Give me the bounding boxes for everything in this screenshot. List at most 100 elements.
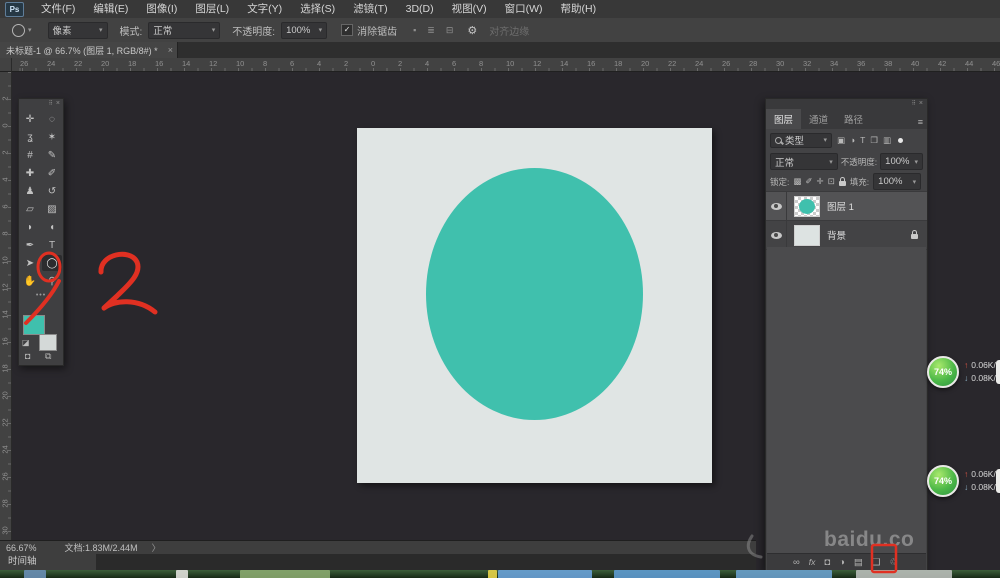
hand-tool[interactable]: ✋ <box>20 273 40 289</box>
ellipse-tool[interactable]: ◯ <box>42 255 62 271</box>
taskbar-item-6[interactable] <box>614 570 720 578</box>
panel-delete-layer-icon[interactable]: ♲ <box>889 557 898 568</box>
taskbar-item-5[interactable] <box>498 570 592 578</box>
zoom-level-field[interactable]: 66.67% <box>6 543 37 553</box>
taskbar-item-2[interactable] <box>176 570 188 578</box>
menu-item-help[interactable]: 帮助(H) <box>552 0 606 18</box>
magic-wand-tool[interactable]: ✶ <box>42 129 62 145</box>
gear-icon[interactable]: ⚙ <box>467 24 477 37</box>
tab-paths[interactable]: 路径 <box>836 109 871 129</box>
layer-row-1[interactable]: 图层 1 <box>766 192 927 221</box>
status-expand-icon[interactable]: 〉 <box>152 541 161 554</box>
layer-opacity-dropdown[interactable]: 100% <box>880 153 923 170</box>
path-selection-tool[interactable]: ➤ <box>20 255 40 271</box>
panel-new-layer-icon[interactable]: ❏ <box>872 557 881 568</box>
net-monitor-badge-2[interactable]: 74%↑0.06K/s↓0.08K/s <box>927 465 1000 497</box>
visibility-toggle[interactable] <box>766 221 787 249</box>
panel-layer-mask-icon[interactable]: ◘ <box>824 557 830 568</box>
panel-close-icon[interactable]: × <box>56 100 61 107</box>
healing-brush-tool[interactable]: ✚ <box>20 165 40 181</box>
screen-mode-icon[interactable]: ⧉ <box>45 351 51 362</box>
tab-layers[interactable]: 图层 <box>766 109 801 129</box>
menu-item-select[interactable]: 选择(S) <box>291 0 344 18</box>
memory-percent-ball[interactable]: 74% <box>927 465 959 497</box>
path-operations-icon[interactable]: ≣ <box>427 25 435 36</box>
eraser-tool[interactable]: ▱ <box>20 201 40 217</box>
menu-item-3d[interactable]: 3D(D) <box>397 0 443 18</box>
crop-tool[interactable]: # <box>20 147 40 163</box>
taskbar-item-1[interactable] <box>24 570 46 578</box>
panel-close-icon[interactable]: × <box>919 100 924 107</box>
opacity-dropdown[interactable]: 100% <box>281 22 327 39</box>
filter-adjustment-icon[interactable]: ◑ <box>850 135 855 146</box>
memory-percent-ball[interactable]: 74% <box>927 356 959 388</box>
eyedropper-tool[interactable]: ✎ <box>42 147 62 163</box>
lock-all-icon[interactable] <box>839 181 846 186</box>
active-tool-preset[interactable]: ▾ <box>12 24 32 37</box>
tab-channels[interactable]: 通道 <box>801 109 836 129</box>
panel-link-layers-icon[interactable]: ∞ <box>793 557 800 568</box>
blur-tool[interactable]: ◗ <box>20 219 40 235</box>
timeline-tab[interactable]: 时间轴 <box>0 554 96 570</box>
taskbar-item-8[interactable] <box>856 570 952 578</box>
panel-layer-style-icon[interactable]: fx <box>809 557 816 567</box>
background-color-swatch[interactable] <box>39 334 57 351</box>
path-arrange-icon[interactable]: ⊟ <box>446 25 454 36</box>
windows-taskbar[interactable] <box>0 570 1000 578</box>
taskbar-item-3[interactable] <box>240 570 330 578</box>
fill-dropdown[interactable]: 100% <box>873 173 921 190</box>
foreground-color-swatch[interactable] <box>23 315 45 335</box>
antialias-checkbox[interactable]: ✓ <box>341 24 353 36</box>
filter-toggle-icon[interactable] <box>898 138 903 143</box>
filter-shape-icon[interactable]: ❒ <box>870 135 878 146</box>
move-tool[interactable]: ✛ <box>20 111 40 127</box>
clone-stamp-tool[interactable]: ♟ <box>20 183 40 199</box>
document-tab[interactable]: 未标题-1 @ 66.7% (图层 1, RGB/8#) * × <box>0 42 178 58</box>
taskbar-item-4[interactable] <box>488 570 497 578</box>
gradient-tool[interactable]: ▨ <box>42 201 62 217</box>
filter-type-dropdown[interactable]: 类型 <box>770 133 832 148</box>
menu-item-window[interactable]: 窗口(W) <box>496 0 552 18</box>
filter-type-icon[interactable]: T <box>860 135 865 146</box>
horizontal-ruler[interactable]: 2624222018161412108642024681012141618202… <box>12 58 1000 72</box>
blend-mode-dropdown[interactable]: 正常 <box>770 153 838 170</box>
quick-mask-icon[interactable]: ◘ <box>25 351 30 361</box>
menu-item-filter[interactable]: 滤镜(T) <box>344 0 396 18</box>
default-colors-icon[interactable]: ◪ <box>22 338 30 347</box>
menu-item-file[interactable]: 文件(F) <box>32 0 84 18</box>
filter-pixel-icon[interactable]: ▣ <box>837 135 845 146</box>
lock-pixels-icon[interactable]: ✐ <box>805 176 812 187</box>
tools-panel-header[interactable]: ⠿× <box>19 99 63 109</box>
history-brush-tool[interactable]: ↺ <box>42 183 62 199</box>
more-tools-icon[interactable]: ••• <box>19 292 63 299</box>
pen-tool[interactable]: ✒ <box>20 237 40 253</box>
marquee-tool[interactable]: ◌ <box>42 111 62 127</box>
menu-item-image[interactable]: 图像(I) <box>137 0 186 18</box>
layer-row-2[interactable]: 背景 <box>766 221 927 250</box>
vertical-ruler[interactable]: 2024681012141618202224262830 <box>0 72 12 540</box>
lock-position-icon[interactable]: ✛ <box>817 176 824 187</box>
lock-artboard-icon[interactable]: ⊡ <box>828 176 835 187</box>
lasso-tool[interactable]: ʓ <box>20 129 40 145</box>
panel-new-group-icon[interactable]: ▤ <box>854 557 863 568</box>
canvas[interactable] <box>357 128 712 483</box>
menu-item-layer[interactable]: 图层(L) <box>186 0 238 18</box>
dodge-tool[interactable]: ◖ <box>42 219 62 235</box>
brush-tool[interactable]: ✐ <box>42 165 62 181</box>
type-tool[interactable]: T <box>42 237 62 253</box>
mode-dropdown[interactable]: 正常 <box>148 22 220 39</box>
filter-smart-object-icon[interactable]: ▥ <box>883 135 891 146</box>
net-monitor-badge-1[interactable]: 74%↑0.06K/s↓0.08K/s <box>927 356 1000 388</box>
panel-adjustment-layer-icon[interactable]: ◑ <box>839 557 845 568</box>
shape-layer-icon[interactable]: ▪ <box>413 25 416 36</box>
lock-transparency-icon[interactable]: ▩ <box>793 176 801 187</box>
zoom-tool[interactable]: ⚲ <box>42 273 62 289</box>
panel-menu-icon[interactable]: ≡ <box>918 117 923 129</box>
menu-item-view[interactable]: 视图(V) <box>443 0 496 18</box>
menu-item-edit[interactable]: 编辑(E) <box>84 0 137 18</box>
taskbar-item-7[interactable] <box>736 570 832 578</box>
menu-item-type[interactable]: 文字(Y) <box>238 0 291 18</box>
fill-type-dropdown[interactable]: 像素 <box>48 22 108 39</box>
close-icon[interactable]: × <box>164 45 173 55</box>
visibility-toggle[interactable] <box>766 192 787 220</box>
